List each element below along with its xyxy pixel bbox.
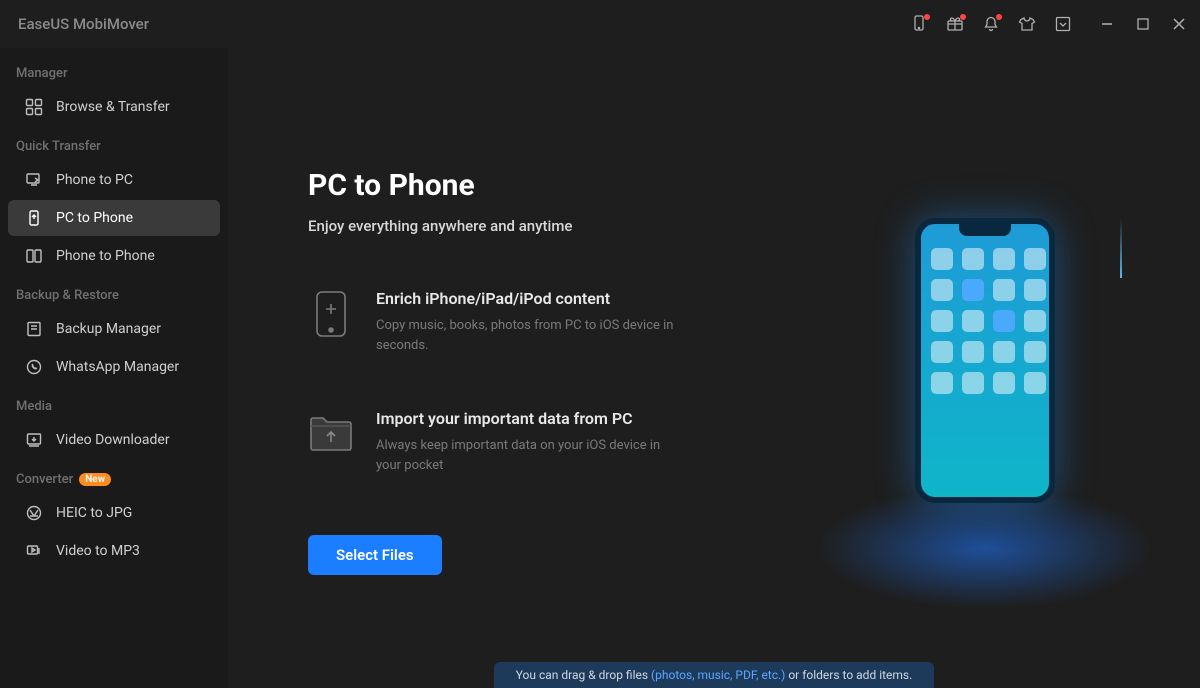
sidebar-item-phone-to-pc[interactable]: Phone to PC bbox=[8, 162, 220, 198]
phone-plus-icon bbox=[308, 289, 354, 339]
section-converter: Converter New bbox=[0, 460, 228, 493]
feature-desc: Always keep important data on your iOS d… bbox=[376, 436, 676, 475]
shirt-icon[interactable] bbox=[1018, 15, 1036, 33]
phone-to-pc-icon bbox=[24, 170, 44, 190]
sidebar: Manager Browse & Transfer Quick Transfer… bbox=[0, 48, 228, 688]
sidebar-item-phone-to-phone[interactable]: Phone to Phone bbox=[8, 238, 220, 274]
maximize-button[interactable] bbox=[1136, 17, 1150, 31]
sidebar-item-pc-to-phone[interactable]: PC to Phone bbox=[8, 200, 220, 236]
bell-icon[interactable] bbox=[982, 15, 1000, 33]
phone-to-phone-icon bbox=[24, 246, 44, 266]
sidebar-item-video-downloader[interactable]: Video Downloader bbox=[8, 422, 220, 458]
new-badge: New bbox=[79, 473, 111, 486]
drag-drop-hint: You can drag & drop files (photos, music… bbox=[494, 662, 934, 688]
video-download-icon bbox=[24, 430, 44, 450]
phone-illustration bbox=[820, 218, 1150, 638]
backup-icon bbox=[24, 319, 44, 339]
sidebar-item-label: Browse & Transfer bbox=[56, 99, 170, 115]
sidebar-item-whatsapp-manager[interactable]: WhatsApp Manager bbox=[8, 349, 220, 385]
sidebar-item-label: PC to Phone bbox=[56, 210, 133, 226]
sidebar-item-label: Video to MP3 bbox=[56, 543, 140, 559]
sidebar-item-label: HEIC to JPG bbox=[56, 505, 132, 521]
sidebar-item-label: Phone to PC bbox=[56, 172, 133, 188]
pc-to-phone-icon bbox=[24, 208, 44, 228]
minimize-button[interactable] bbox=[1100, 17, 1114, 31]
sidebar-item-heic-to-jpg[interactable]: HEIC to JPG bbox=[8, 495, 220, 531]
device-icon[interactable] bbox=[910, 15, 928, 33]
feature-import: Import your important data from PC Alway… bbox=[308, 409, 768, 475]
folder-upload-icon bbox=[308, 409, 354, 459]
section-backup-restore: Backup & Restore bbox=[0, 276, 228, 309]
sidebar-item-video-to-mp3[interactable]: Video to MP3 bbox=[8, 533, 220, 569]
sidebar-item-label: Backup Manager bbox=[56, 321, 161, 337]
whatsapp-icon bbox=[24, 357, 44, 377]
video-mp3-icon bbox=[24, 541, 44, 561]
sidebar-item-backup-manager[interactable]: Backup Manager bbox=[8, 311, 220, 347]
grid-icon bbox=[24, 97, 44, 117]
page-subtitle: Enjoy everything anywhere and anytime bbox=[308, 217, 768, 235]
sidebar-item-browse-transfer[interactable]: Browse & Transfer bbox=[8, 89, 220, 125]
main-panel: PC to Phone Enjoy everything anywhere an… bbox=[228, 48, 1200, 688]
sidebar-item-label: WhatsApp Manager bbox=[56, 359, 179, 375]
close-button[interactable] bbox=[1172, 17, 1186, 31]
sidebar-item-label: Phone to Phone bbox=[56, 248, 155, 264]
section-quick-transfer: Quick Transfer bbox=[0, 127, 228, 160]
gift-icon[interactable] bbox=[946, 15, 964, 33]
section-manager: Manager bbox=[0, 54, 228, 87]
feature-title: Enrich iPhone/iPad/iPod content bbox=[376, 289, 676, 308]
sidebar-item-label: Video Downloader bbox=[56, 432, 170, 448]
feature-enrich: Enrich iPhone/iPad/iPod content Copy mus… bbox=[308, 289, 768, 355]
page-title: PC to Phone bbox=[308, 168, 768, 203]
section-media: Media bbox=[0, 387, 228, 420]
titlebar: EaseUS MobiMover bbox=[0, 0, 1200, 48]
feature-desc: Copy music, books, photos from PC to iOS… bbox=[376, 316, 676, 355]
titlebar-controls bbox=[910, 15, 1186, 33]
menu-dropdown-icon[interactable] bbox=[1054, 15, 1072, 33]
feature-title: Import your important data from PC bbox=[376, 409, 676, 428]
select-files-button[interactable]: Select Files bbox=[308, 535, 442, 575]
heic-icon bbox=[24, 503, 44, 523]
app-title: EaseUS MobiMover bbox=[18, 15, 149, 33]
